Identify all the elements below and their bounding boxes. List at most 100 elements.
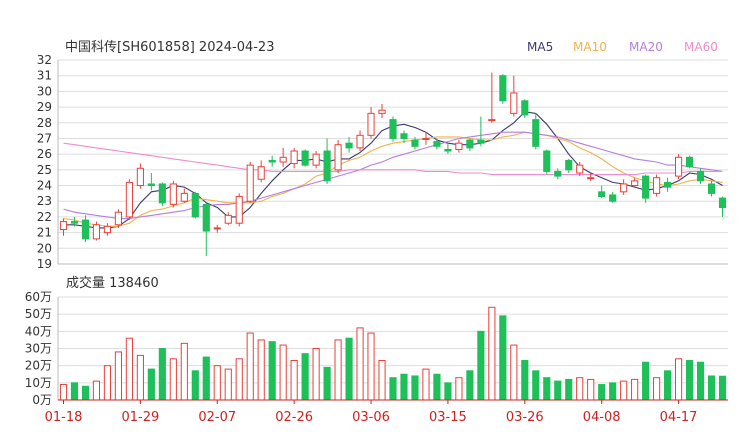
candle — [620, 179, 628, 195]
candle-body — [389, 119, 397, 139]
volume-bar — [674, 358, 683, 401]
candle-body — [59, 221, 68, 230]
candle-body — [114, 211, 122, 226]
candle — [257, 160, 265, 183]
volume-bar — [718, 375, 727, 401]
candle-body — [664, 181, 672, 188]
candle-body — [169, 183, 177, 205]
candle — [81, 215, 90, 243]
candle-body — [147, 183, 155, 187]
candle — [268, 155, 276, 167]
price-tick-label: 29 — [37, 100, 52, 114]
candle — [356, 130, 364, 152]
candle — [674, 154, 683, 180]
price-y-axis: 1920212223242526272829303132 — [37, 53, 52, 271]
volume-bar — [301, 353, 309, 401]
candle-body — [246, 164, 254, 202]
candle — [565, 158, 573, 173]
price-tick-label: 23 — [37, 194, 52, 208]
candle-body — [587, 177, 595, 180]
candle — [92, 221, 101, 241]
candle — [180, 188, 188, 203]
candle-body — [279, 156, 287, 163]
candlesticks — [59, 72, 727, 257]
candle-body — [202, 203, 210, 232]
volume-bar — [125, 337, 133, 401]
candle — [598, 185, 606, 199]
legend: MA5 MA10 MA20 MA60 — [527, 40, 718, 54]
candle-body — [488, 119, 496, 122]
volume-tick-label: 50万 — [25, 307, 52, 321]
candle — [235, 193, 243, 227]
volume-bar — [488, 306, 496, 401]
volume-bar — [367, 332, 375, 401]
volume-bar — [521, 360, 529, 401]
candle — [169, 180, 177, 208]
volume-bar — [59, 384, 68, 401]
ma-line-ma10 — [63, 131, 723, 227]
candle — [158, 182, 166, 206]
candle — [367, 107, 375, 139]
volume-bar — [400, 373, 408, 401]
volume-bar — [169, 358, 177, 401]
candle — [707, 180, 716, 197]
candle-body — [499, 75, 507, 102]
date-tick-label: 03-15 — [429, 410, 467, 425]
candle-body — [444, 148, 452, 152]
price-tick-label: 22 — [37, 210, 52, 224]
candle — [466, 138, 474, 152]
volume-bar — [389, 377, 397, 401]
volume-bar — [92, 380, 101, 401]
candle — [246, 162, 254, 203]
candle-body — [235, 196, 243, 224]
candle-body — [707, 183, 716, 194]
volume-bar — [455, 377, 463, 401]
candle-body — [400, 133, 408, 139]
price-tick-label: 25 — [37, 163, 52, 177]
volume-bar — [378, 360, 386, 401]
date-tick-label: 01-29 — [121, 410, 159, 425]
stock-chart: 中国科传[SH601858] 2024-04-23 MA5 MA10 MA20 MA6… — [25, 40, 728, 425]
candle — [642, 174, 650, 203]
candle-body — [576, 164, 584, 174]
volume-bar — [444, 382, 452, 401]
candle-body — [103, 225, 112, 234]
volume-bar — [653, 377, 661, 401]
price-tick-label: 20 — [37, 241, 52, 255]
price-tick-label: 32 — [37, 53, 52, 67]
volume-bar — [433, 373, 441, 401]
volume-bar — [466, 370, 474, 401]
volume-bar — [609, 382, 617, 401]
candle — [609, 191, 617, 203]
candle-body — [136, 167, 144, 187]
candle-body — [180, 192, 188, 202]
candle — [455, 140, 463, 153]
candle-body — [477, 139, 485, 144]
candle-body — [290, 150, 298, 165]
candle-body — [422, 137, 430, 140]
volume-bar — [191, 370, 199, 401]
volume-bar — [213, 365, 221, 401]
candle — [499, 74, 507, 104]
candle-body — [455, 142, 463, 150]
legend-ma20: MA20 — [629, 40, 663, 54]
candle — [334, 140, 342, 173]
volume-bar — [136, 354, 144, 401]
volume-bar — [323, 366, 331, 401]
volume-bar — [180, 342, 188, 401]
legend-ma10: MA10 — [573, 40, 607, 54]
legend-ma60: MA60 — [684, 40, 718, 54]
volume-bar — [246, 332, 254, 401]
volume-tick-label: 20万 — [25, 359, 52, 373]
volume-bar — [312, 348, 320, 401]
volume-bar — [279, 344, 287, 401]
candle — [114, 209, 122, 228]
candle-body — [268, 159, 276, 163]
volume-bar — [532, 370, 540, 401]
date-tick-label: 02-07 — [198, 410, 236, 425]
volume-bar — [147, 368, 155, 401]
candle-body — [378, 109, 386, 114]
candle — [653, 174, 661, 197]
price-tick-label: 30 — [37, 84, 52, 98]
date-x-axis: 01-18 01-29 02-07 02-26 03-06 03-15 03-26 04-08… — [45, 399, 728, 425]
